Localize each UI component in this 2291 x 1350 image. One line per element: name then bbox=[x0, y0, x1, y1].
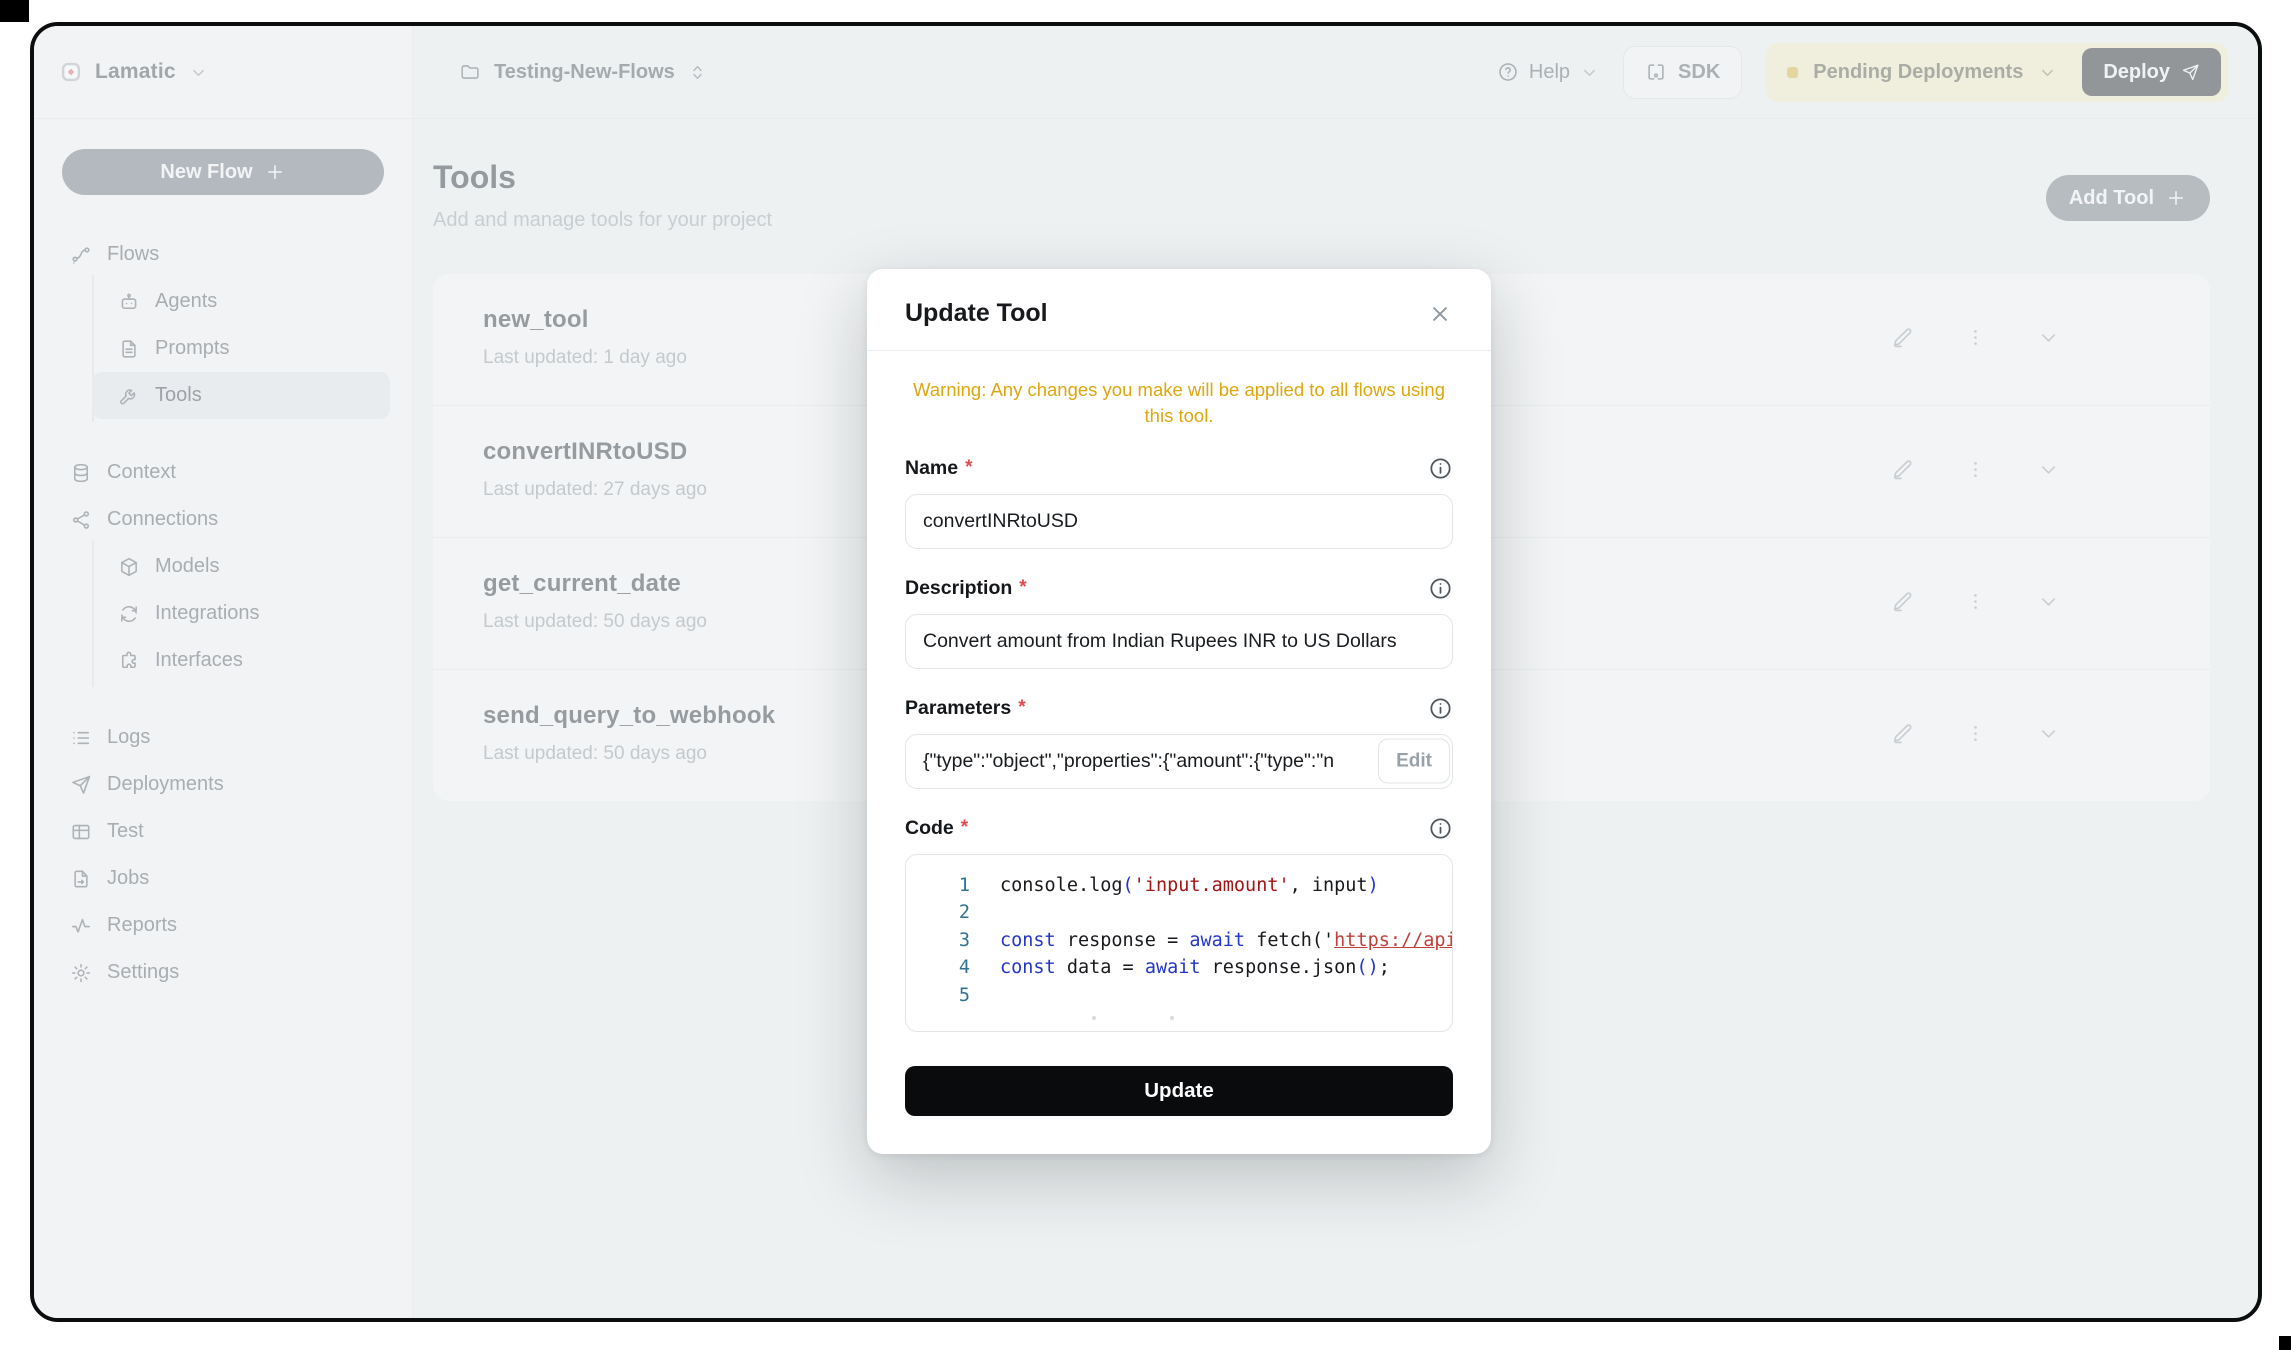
code-text: const data = await response.json(); bbox=[1000, 954, 1390, 982]
code-line: 2 bbox=[906, 899, 1452, 927]
code-line: 3 const response = await fetch('https://a… bbox=[906, 927, 1452, 955]
crop-mark-bottom-right bbox=[2279, 1336, 2291, 1350]
code-scrollbar-hint bbox=[906, 1009, 1452, 1025]
required-mark: * bbox=[1018, 697, 1025, 719]
name-field: Name * bbox=[905, 456, 1453, 549]
code-line: 1 console.log('input.amount', input) bbox=[906, 872, 1452, 900]
parameters-label: Parameters bbox=[905, 697, 1011, 720]
description-label: Description bbox=[905, 577, 1012, 600]
required-mark: * bbox=[1019, 577, 1026, 599]
update-button[interactable]: Update bbox=[905, 1066, 1453, 1116]
app-window: Lamatic Testing-New-Flows Help bbox=[30, 22, 2262, 1322]
line-number: 2 bbox=[906, 899, 970, 927]
code-label: Code bbox=[905, 817, 954, 840]
code-text: console.log('input.amount', input) bbox=[1000, 872, 1379, 900]
code-editor[interactable]: 1 console.log('input.amount', input) 2 3 co… bbox=[905, 854, 1453, 1033]
info-icon[interactable] bbox=[1428, 696, 1453, 721]
code-text bbox=[1000, 899, 1011, 927]
info-icon[interactable] bbox=[1428, 816, 1453, 841]
name-input[interactable] bbox=[905, 494, 1453, 549]
required-mark: * bbox=[961, 817, 968, 839]
info-icon[interactable] bbox=[1428, 456, 1453, 481]
code-text: const response = await fetch('https://ap… bbox=[1000, 927, 1453, 955]
line-number: 1 bbox=[906, 872, 970, 900]
parameters-input[interactable] bbox=[905, 734, 1453, 789]
line-number: 4 bbox=[906, 954, 970, 982]
edit-parameters-button[interactable]: Edit bbox=[1378, 739, 1450, 784]
line-number: 3 bbox=[906, 927, 970, 955]
close-icon[interactable] bbox=[1427, 301, 1453, 327]
parameters-field: Parameters * Edit bbox=[905, 696, 1453, 789]
code-field: Code * 1 console.log('input.amount', inpu… bbox=[905, 816, 1453, 1033]
required-mark: * bbox=[965, 457, 972, 479]
description-input[interactable] bbox=[905, 614, 1453, 669]
info-icon[interactable] bbox=[1428, 576, 1453, 601]
code-line: 4 const data = await response.json(); bbox=[906, 954, 1452, 982]
description-field: Description * bbox=[905, 576, 1453, 669]
code-text bbox=[1000, 982, 1011, 1010]
warning-text: Warning: Any changes you make will be ap… bbox=[913, 377, 1445, 429]
crop-mark-top-left bbox=[0, 0, 29, 22]
update-tool-modal: Update Tool Warning: Any changes you mak… bbox=[867, 269, 1491, 1154]
code-line: 5 bbox=[906, 982, 1452, 1010]
line-number: 5 bbox=[906, 982, 970, 1010]
modal-title: Update Tool bbox=[905, 299, 1048, 328]
name-label: Name bbox=[905, 457, 958, 480]
